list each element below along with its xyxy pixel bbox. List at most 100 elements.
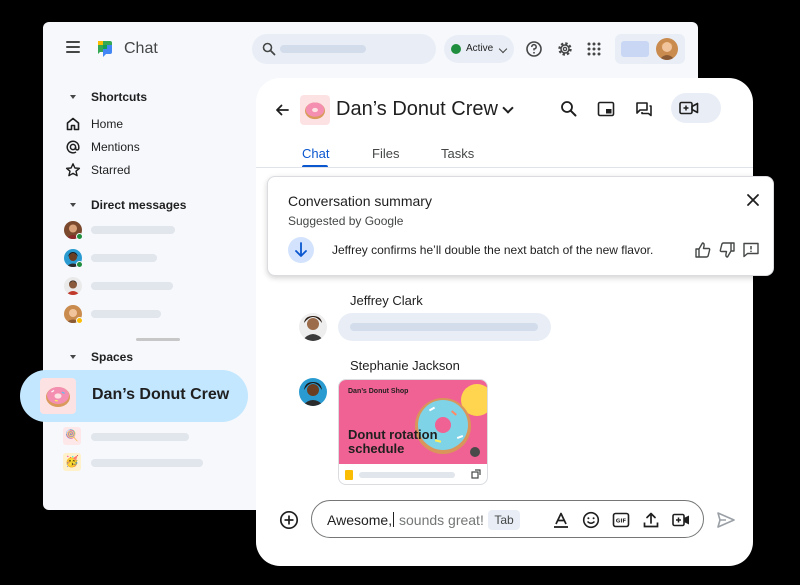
message-bubble[interactable] xyxy=(338,313,551,341)
tab-tasks[interactable]: Tasks xyxy=(441,146,474,161)
sidebar-item-label: Starred xyxy=(91,163,131,177)
picture-in-picture-icon[interactable] xyxy=(597,100,615,118)
dm-name-placeholder xyxy=(91,282,173,290)
list-item[interactable] xyxy=(43,305,243,327)
video-call-icon xyxy=(679,101,699,115)
sidebar-item-label: Home xyxy=(91,117,124,131)
composer-text: Awesome, sounds great! xyxy=(327,512,484,528)
tab-files[interactable]: Files xyxy=(372,146,399,161)
collapse-shortcuts-icon[interactable] xyxy=(70,95,76,99)
presence-dot xyxy=(76,261,83,268)
threads-icon[interactable] xyxy=(635,100,653,118)
report-feedback-icon[interactable] xyxy=(742,241,760,259)
list-item[interactable] xyxy=(43,221,243,243)
dm-name-placeholder xyxy=(91,254,157,262)
jump-to-message-button[interactable] xyxy=(288,237,314,263)
typed-text: Awesome, xyxy=(327,512,393,528)
start-meeting-button[interactable] xyxy=(671,93,721,123)
thumbs-down-icon[interactable] xyxy=(718,241,736,259)
svg-text:GIF: GIF xyxy=(616,519,627,525)
message-input[interactable]: Awesome, sounds great! Tab GIF xyxy=(311,500,704,538)
space-emoji: 🥳 xyxy=(63,453,81,471)
search-icon[interactable] xyxy=(560,100,578,118)
star-icon xyxy=(65,163,81,177)
add-attachment-icon[interactable] xyxy=(279,510,299,530)
shortcuts-heading: Shortcuts xyxy=(91,90,148,104)
active-status-dot xyxy=(451,44,461,54)
open-external-icon[interactable] xyxy=(471,469,481,479)
app-title: Chat xyxy=(124,40,158,57)
thumbs-up-icon[interactable] xyxy=(694,241,712,259)
search-input[interactable] xyxy=(252,34,436,64)
emoji-icon[interactable] xyxy=(582,511,600,529)
help-icon[interactable] xyxy=(525,40,543,58)
scrollbar[interactable] xyxy=(136,338,180,341)
collapse-spaces-icon[interactable] xyxy=(70,355,76,359)
chat-logo-icon xyxy=(98,41,112,57)
menu-icon[interactable] xyxy=(66,41,80,53)
status-label: Active xyxy=(466,43,494,54)
home-icon xyxy=(66,117,80,131)
chevron-down-icon xyxy=(498,44,508,54)
text-format-icon[interactable] xyxy=(552,511,570,529)
account-placeholder xyxy=(621,41,649,57)
presence-dot xyxy=(76,317,83,324)
attachment-thumbnail: Dan’s Donut Shop Donut rotation schedule xyxy=(339,380,487,464)
message-text-placeholder xyxy=(350,323,538,331)
file-attachment-card[interactable]: Dan’s Donut Shop Donut rotation schedule xyxy=(338,379,488,485)
search-placeholder xyxy=(280,45,366,53)
summary-subtitle: Suggested by Google xyxy=(288,214,404,228)
sidebar-item-active-space[interactable]: Dan’s Donut Crew xyxy=(20,370,248,422)
close-icon[interactable] xyxy=(746,193,760,207)
send-icon[interactable] xyxy=(716,510,736,530)
spaces-heading: Spaces xyxy=(91,350,134,364)
attachment-title: Donut rotation schedule xyxy=(348,427,438,456)
at-icon xyxy=(66,140,80,154)
text-cursor xyxy=(393,512,395,527)
collapse-dm-icon[interactable] xyxy=(70,203,76,207)
conversation-summary-card: Conversation summary Suggested by Google… xyxy=(267,176,774,276)
upload-icon[interactable] xyxy=(642,511,660,529)
space-icon xyxy=(40,378,76,414)
space-name-placeholder xyxy=(91,433,189,441)
search-icon xyxy=(262,42,276,56)
back-arrow-icon[interactable] xyxy=(274,102,290,118)
list-item[interactable] xyxy=(43,277,243,299)
video-meeting-icon[interactable] xyxy=(672,511,690,529)
avatar[interactable] xyxy=(299,313,327,341)
space-emoji: 🍭 xyxy=(63,427,81,445)
avatar xyxy=(64,277,82,295)
message-sender: Jeffrey Clark xyxy=(350,293,423,308)
chevron-down-icon[interactable] xyxy=(502,102,514,114)
apps-grid-icon[interactable] xyxy=(585,40,603,58)
smart-compose-suggestion: sounds great! xyxy=(395,512,484,528)
sidebar-item-mentions[interactable]: Mentions xyxy=(43,136,243,158)
slides-file-icon xyxy=(345,470,353,480)
sidebar-item-label: Mentions xyxy=(91,140,140,154)
dm-name-placeholder xyxy=(91,226,175,234)
space-icon xyxy=(300,95,330,125)
status-selector[interactable]: Active xyxy=(444,35,514,63)
message-sender: Stephanie Jackson xyxy=(350,358,460,373)
gif-icon[interactable]: GIF xyxy=(612,511,630,529)
avatar[interactable] xyxy=(299,378,327,406)
tab-accept-hint: Tab xyxy=(488,510,520,530)
list-item[interactable]: 🥳 xyxy=(43,453,243,473)
attachment-shop-name: Dan’s Donut Shop xyxy=(348,388,409,395)
list-item[interactable] xyxy=(43,249,243,271)
active-space-label: Dan’s Donut Crew xyxy=(92,386,230,403)
gear-icon[interactable] xyxy=(556,40,574,58)
tab-chat[interactable]: Chat xyxy=(302,146,329,161)
sidebar-item-starred[interactable]: Starred xyxy=(43,159,243,181)
account-switcher[interactable] xyxy=(615,34,685,64)
list-item[interactable]: 🍭 xyxy=(43,427,243,447)
sidebar-item-home[interactable]: Home xyxy=(43,113,243,135)
presence-dot xyxy=(76,233,83,240)
summary-text: Jeffrey confirms he’ll double the next b… xyxy=(332,243,654,257)
conversation-tabs: Chat Files Tasks xyxy=(256,144,753,168)
arrow-down-icon xyxy=(295,242,307,257)
attachment-name-placeholder xyxy=(359,472,455,478)
space-name-placeholder xyxy=(91,459,203,467)
avatar xyxy=(656,38,678,60)
direct-messages-heading: Direct messages xyxy=(91,198,187,212)
